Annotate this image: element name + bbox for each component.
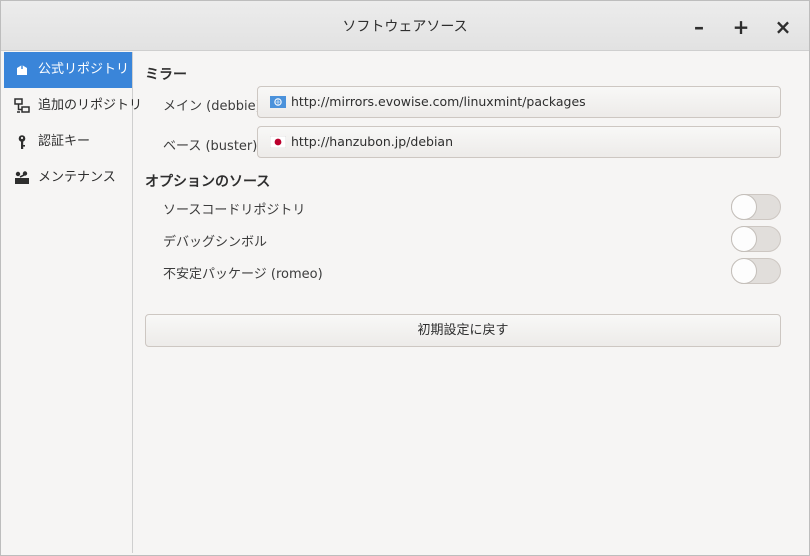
sidebar-item-label: 認証キー [38,134,91,149]
restore-defaults-button[interactable]: 初期設定に戻す [145,314,781,347]
mirrors-heading: ミラー [145,67,187,83]
unstable-packages-label: 不安定パッケージ (romeo) [163,267,323,282]
switch-knob [731,258,757,284]
software-sources-window: ソフトウェアソース – + × 公式リポジトリ 追加のリポジトリ 認証キー メン… [0,0,810,556]
maximize-button[interactable]: + [727,13,755,41]
key-icon [18,135,26,149]
sidebar-item-official-repositories[interactable]: 公式リポジトリ [4,52,132,88]
sidebar-item-label: 追加のリポジトリ [38,98,143,113]
sidebar: 公式リポジトリ 追加のリポジトリ 認証キー メンテナンス [4,52,142,553]
base-mirror-button[interactable]: http://hanzubon.jp/debian [257,126,781,158]
main-mirror-button[interactable]: http://mirrors.evowise.com/linuxmint/pac… [257,86,781,118]
source-code-label: ソースコードリポジトリ [163,203,306,218]
sidebar-item-additional-repositories[interactable]: 追加のリポジトリ [4,88,142,124]
sidebar-item-maintenance[interactable]: メンテナンス [4,160,132,196]
sidebar-item-label: 公式リポジトリ [38,62,130,77]
source-code-switch[interactable] [731,194,781,220]
package-icon [17,65,27,75]
minimize-button[interactable]: – [685,13,713,41]
close-button[interactable]: × [769,13,797,41]
unstable-packages-switch[interactable] [731,258,781,284]
debug-symbols-label: デバッグシンボル [163,235,268,250]
sidebar-item-authentication-keys[interactable]: 認証キー [4,124,132,160]
base-mirror-url: http://hanzubon.jp/debian [291,134,453,149]
sidebar-item-label: メンテナンス [38,170,116,185]
optional-sources-heading: オプションのソース [145,174,271,190]
debug-symbols-switch[interactable] [731,226,781,252]
main-content: ミラー メイン (debbie) http://mirrors.evowise.… [133,52,809,555]
main-mirror-label: メイン (debbie) [163,99,261,114]
un-flag-icon [270,96,286,108]
switch-knob [731,194,757,220]
maintenance-icon [15,171,29,184]
switch-knob [731,226,757,252]
network-icon [14,98,30,113]
title-bar[interactable]: ソフトウェアソース – + × [1,1,809,51]
base-mirror-label: ベース (buster) [163,139,258,154]
main-mirror-url: http://mirrors.evowise.com/linuxmint/pac… [291,94,586,109]
japan-flag-icon [270,136,286,148]
